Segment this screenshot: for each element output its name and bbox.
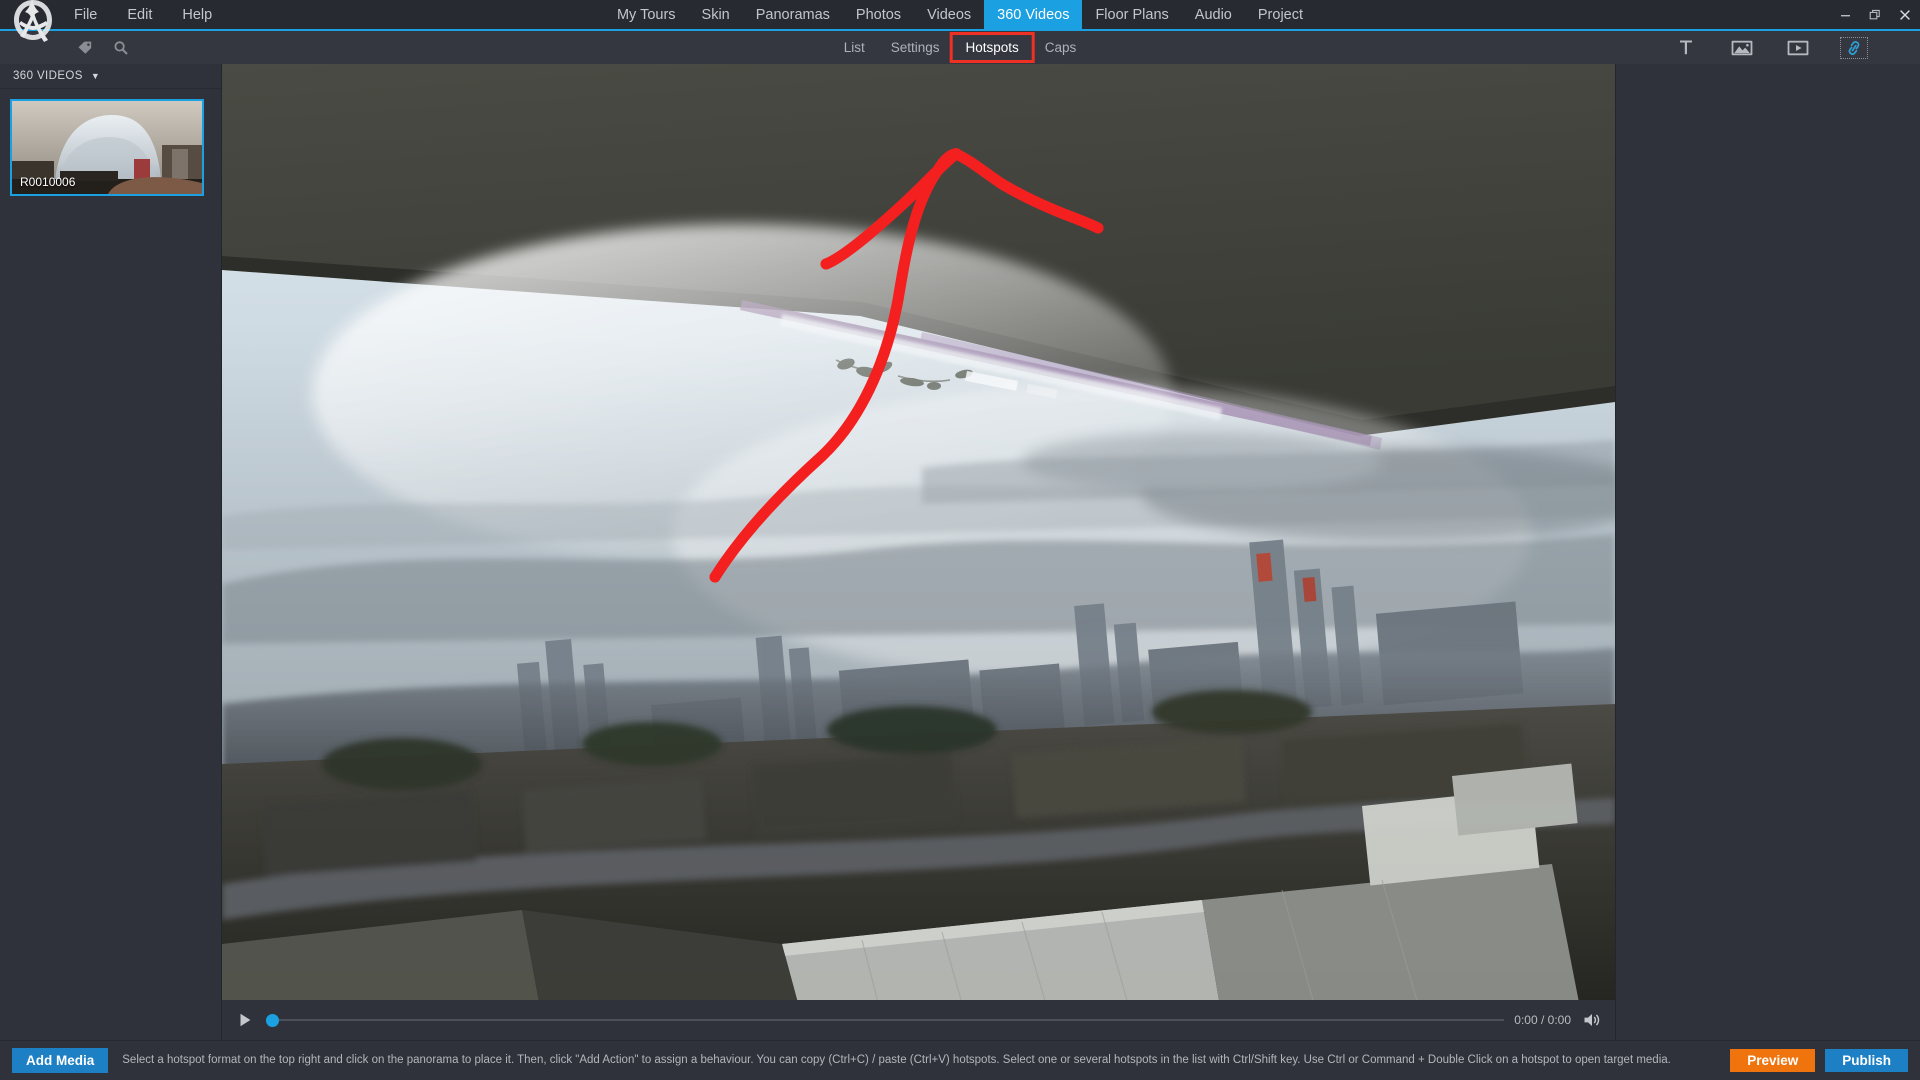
hotspot-format-tools — [1620, 31, 1920, 64]
tab-skin[interactable]: Skin — [689, 0, 743, 29]
title-bar: File Edit Help My Tours Skin Panoramas P… — [0, 0, 1920, 29]
link-hotspot-icon[interactable] — [1840, 36, 1868, 59]
tab-my-tours[interactable]: My Tours — [604, 0, 689, 29]
image-hotspot-icon[interactable] — [1729, 38, 1755, 58]
logo-slot — [0, 0, 62, 29]
close-icon[interactable] — [1890, 0, 1920, 29]
add-media-button[interactable]: Add Media — [12, 1047, 109, 1074]
tab-photos[interactable]: Photos — [843, 0, 914, 29]
seek-track — [266, 1019, 1505, 1021]
media-list: R0010006 — [0, 89, 221, 196]
video-hotspot-icon[interactable] — [1785, 38, 1811, 58]
menu-bar: File Edit Help — [72, 4, 214, 26]
subtab-hotspots[interactable]: Hotspots — [949, 32, 1035, 63]
primary-tabs: My Tours Skin Panoramas Photos Videos 36… — [604, 0, 1316, 29]
tab-floor-plans[interactable]: Floor Plans — [1082, 0, 1181, 29]
tag-icon[interactable] — [76, 39, 94, 57]
chevron-down-icon[interactable]: ▼ — [91, 71, 100, 81]
video-player-controls: 0:00 / 0:00 — [222, 1000, 1615, 1040]
publish-actions: Preview Publish — [1730, 1048, 1908, 1073]
preview-button[interactable]: Preview — [1730, 1048, 1816, 1073]
time-display: 0:00 / 0:00 — [1514, 1013, 1571, 1027]
video-viewer[interactable] — [222, 64, 1615, 1018]
restore-icon[interactable] — [1860, 0, 1890, 29]
minimize-icon[interactable] — [1830, 0, 1860, 29]
publish-button[interactable]: Publish — [1825, 1048, 1908, 1073]
status-bar: Add Media Select a hotspot format on the… — [0, 1040, 1920, 1080]
tab-360-videos[interactable]: 360 Videos — [984, 0, 1083, 29]
equirect-video-frame — [222, 64, 1615, 1018]
subtab-settings[interactable]: Settings — [878, 35, 953, 60]
tab-audio[interactable]: Audio — [1182, 0, 1245, 29]
subtab-caps[interactable]: Caps — [1032, 35, 1090, 60]
list-item-label: R0010006 — [20, 175, 76, 189]
secondary-toolbar: List Settings Hotspots Caps — [0, 31, 1920, 64]
seek-slider[interactable] — [266, 1009, 1505, 1031]
volume-icon[interactable] — [1581, 1009, 1603, 1031]
menu-item-edit[interactable]: Edit — [125, 4, 154, 26]
properties-sidebar — [1615, 64, 1920, 1040]
menu-item-file[interactable]: File — [72, 4, 99, 26]
status-hint-text: Select a hotspot format on the top right… — [122, 1054, 1671, 1067]
search-icon[interactable] — [112, 39, 130, 57]
tab-videos[interactable]: Videos — [914, 0, 984, 29]
menu-item-help[interactable]: Help — [180, 4, 214, 26]
tab-panoramas[interactable]: Panoramas — [743, 0, 843, 29]
list-item[interactable]: R0010006 — [10, 99, 204, 196]
media-sidebar: 360 VIDEOS ▼ R0010006 — [0, 64, 222, 1080]
tab-project[interactable]: Project — [1245, 0, 1316, 29]
window-controls — [1830, 0, 1920, 29]
seek-handle[interactable] — [266, 1013, 279, 1027]
text-hotspot-icon[interactable] — [1673, 38, 1699, 58]
sidebar-header[interactable]: 360 VIDEOS ▼ — [0, 64, 221, 89]
hotspot-subtabs: List Settings Hotspots Caps — [831, 31, 1090, 64]
sidebar-header-label: 360 VIDEOS — [13, 70, 83, 82]
secondary-toolbar-left — [0, 31, 222, 64]
play-icon[interactable] — [234, 1009, 256, 1031]
app-window: File Edit Help My Tours Skin Panoramas P… — [0, 0, 1920, 1080]
subtab-list[interactable]: List — [831, 35, 878, 60]
